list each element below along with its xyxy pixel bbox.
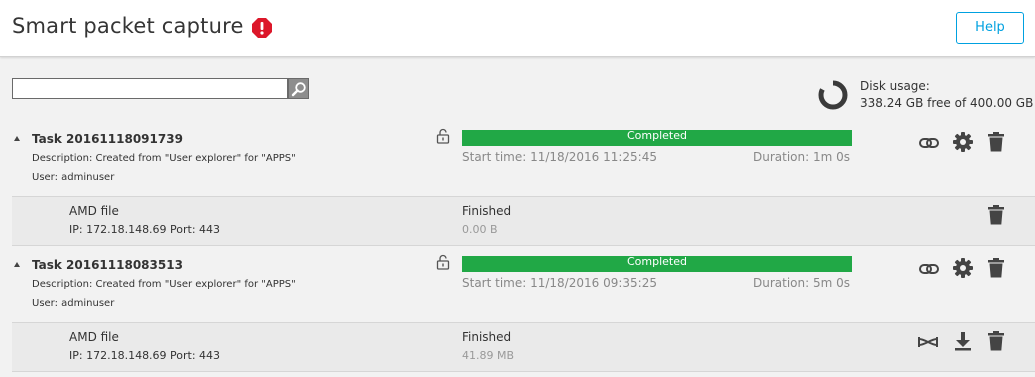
collapse-toggle[interactable] xyxy=(14,262,20,267)
disk-usage-label: Disk usage: xyxy=(860,79,930,93)
gear-icon[interactable] xyxy=(952,131,974,153)
file-name: AMD file xyxy=(69,204,119,218)
download-icon[interactable] xyxy=(952,330,974,352)
collapse-toggle[interactable] xyxy=(14,136,20,141)
divider xyxy=(12,245,1035,246)
task-row: Task 20161118091739 Description: Created… xyxy=(0,128,1035,194)
donut-chart-icon xyxy=(818,80,848,110)
file-status: Finished xyxy=(462,330,512,344)
file-name: AMD file xyxy=(69,330,119,344)
network-trace-icon[interactable] xyxy=(917,331,939,353)
file-size: 0.00 B xyxy=(462,223,498,236)
start-time: Start time: 11/18/2016 11:25:45 xyxy=(462,150,657,164)
search-input[interactable] xyxy=(12,78,288,99)
page-header: Smart packet capture Help xyxy=(0,0,1035,57)
task-user: User: adminuser xyxy=(32,172,115,183)
duration: Duration: 1m 0s xyxy=(752,150,850,164)
progress-label: Completed xyxy=(627,129,687,142)
task-user: User: adminuser xyxy=(32,298,115,309)
file-size: 41.89 MB xyxy=(462,349,515,362)
link-icon[interactable] xyxy=(918,258,940,280)
unlocked-padlock-icon[interactable] xyxy=(436,254,450,270)
task-row: Task 20161118083513 Description: Created… xyxy=(0,254,1035,320)
file-status: Finished xyxy=(462,204,512,218)
file-row: AMD file IP: 172.18.148.69 Port: 443 Fin… xyxy=(12,323,1035,372)
progress-bar: Completed xyxy=(462,130,852,146)
file-row: AMD file IP: 172.18.148.69 Port: 443 Fin… xyxy=(12,197,1035,246)
disk-usage-value: 338.24 GB free of 400.00 GB xyxy=(860,96,1034,110)
search-icon xyxy=(291,82,306,97)
gear-icon[interactable] xyxy=(952,257,974,279)
trash-icon[interactable] xyxy=(985,257,1007,279)
task-description: Description: Created from "User explorer… xyxy=(32,153,296,164)
search-button[interactable] xyxy=(288,78,309,99)
file-ip-port: IP: 172.18.148.69 Port: 443 xyxy=(69,349,221,362)
progress-label: Completed xyxy=(627,255,687,268)
file-ip-port: IP: 172.18.148.69 Port: 443 xyxy=(69,223,221,236)
divider xyxy=(12,371,1035,372)
start-time: Start time: 11/18/2016 09:35:25 xyxy=(462,276,657,290)
unlocked-padlock-icon[interactable] xyxy=(436,128,450,144)
task-name: Task 20161118083513 xyxy=(32,258,183,272)
page-title: Smart packet capture xyxy=(12,14,244,38)
help-button[interactable]: Help xyxy=(956,12,1024,44)
task-name: Task 20161118091739 xyxy=(32,132,183,146)
exclamation-circle-icon[interactable] xyxy=(252,18,272,38)
task-description: Description: Created from "User explorer… xyxy=(32,279,296,290)
trash-icon[interactable] xyxy=(985,330,1007,352)
progress-bar: Completed xyxy=(462,256,852,272)
trash-icon[interactable] xyxy=(985,204,1007,226)
duration: Duration: 5m 0s xyxy=(752,276,850,290)
trash-icon[interactable] xyxy=(985,131,1007,153)
link-icon[interactable] xyxy=(918,132,940,154)
